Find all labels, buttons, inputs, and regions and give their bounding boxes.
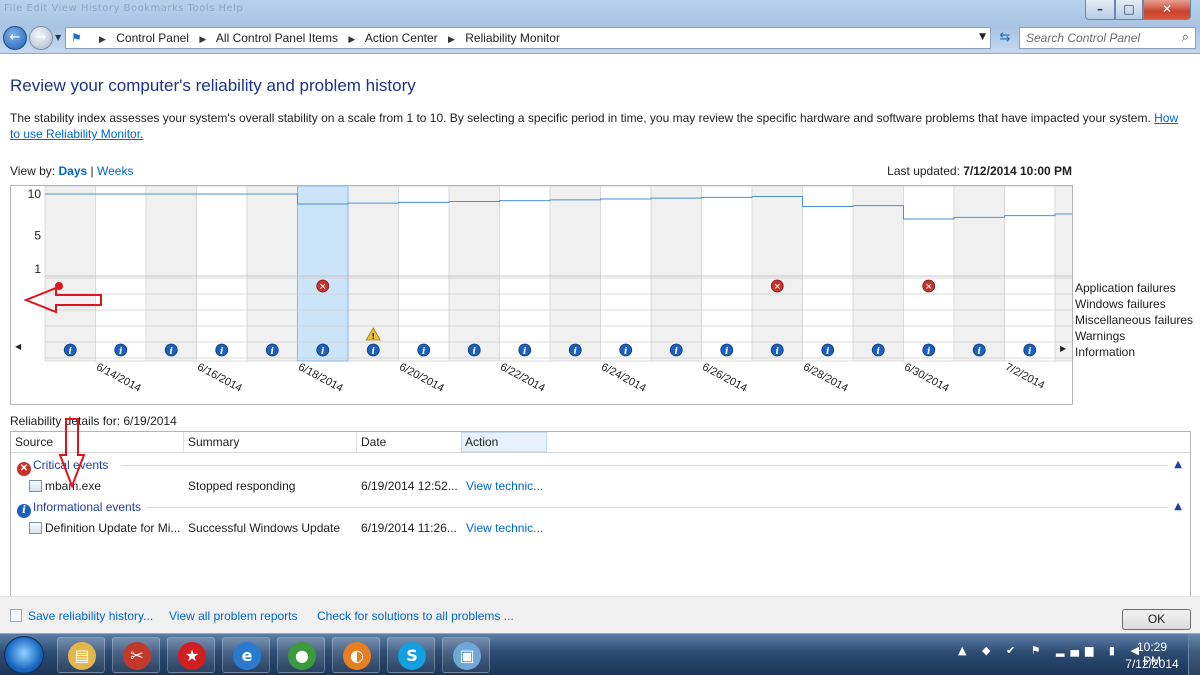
action-center-flag-icon[interactable]: ⚑: [1031, 644, 1047, 657]
address-dropdown-icon[interactable]: ▼: [979, 32, 986, 42]
internet-explorer-icon: e: [233, 642, 261, 670]
recent-pages-dropdown[interactable]: ▼: [55, 33, 61, 42]
check-for-solutions-link[interactable]: Check for solutions to all problems ...: [317, 609, 514, 623]
taskbar-app-explorer[interactable]: ▤: [57, 637, 105, 673]
firefox-icon: ◐: [343, 642, 371, 670]
breadcrumb-separator-icon[interactable]: ▶: [99, 34, 106, 44]
minimize-button[interactable]: –: [1085, 0, 1115, 20]
forward-arrow-icon: →: [35, 30, 47, 45]
breadcrumb-control-panel[interactable]: Control Panel: [116, 31, 189, 45]
annotation-overlay: [23, 282, 102, 489]
maximize-icon: □: [1123, 2, 1135, 16]
taskbar-app-skype[interactable]: S: [387, 637, 435, 673]
network-icon[interactable]: ▂▄▆: [1056, 644, 1099, 657]
annotation-arrow-down: [58, 418, 86, 489]
taskbar: ▤ ✂ ★ e ● ◐ S ▣ ▲ ◆ ✔ ⚑ ▂▄▆ ▮ ◀ 10:29 PM 7/12/2…: [0, 633, 1200, 675]
annotation-arrow-left: [23, 286, 102, 314]
forward-button[interactable]: →: [29, 26, 53, 50]
pokerstars-icon: ★: [178, 642, 206, 670]
clock-date[interactable]: 7/12/2014: [1122, 657, 1182, 671]
skype-icon: S: [398, 642, 426, 670]
breadcrumb-reliability-monitor[interactable]: Reliability Monitor: [465, 31, 560, 45]
window-chrome: File Edit View History Bookmarks Tools H…: [0, 0, 1200, 54]
battery-icon[interactable]: ▮: [1109, 644, 1121, 657]
address-bar[interactable]: ⚑ ▶ Control Panel ▶ All Control Panel It…: [65, 27, 991, 49]
taskbar-app-chrome[interactable]: ●: [277, 637, 325, 673]
taskbar-app-pokerstars[interactable]: ★: [167, 637, 215, 673]
taskbar-app-firefox[interactable]: ◐: [332, 637, 380, 673]
close-icon: ✕: [1161, 2, 1173, 16]
breadcrumb-separator-icon[interactable]: ▶: [348, 34, 355, 44]
menu-bar-ghost: File Edit View History Bookmarks Tools H…: [4, 3, 244, 14]
breadcrumb-separator-icon[interactable]: ▶: [199, 34, 206, 44]
system-tray: ▲ ◆ ✔ ⚑ ▂▄▆ ▮ ◀: [958, 644, 1145, 657]
save-history-icon: [10, 609, 22, 622]
control-panel-icon: ⚑: [71, 31, 82, 45]
main-content: Review your computer's reliability and p…: [0, 55, 1200, 651]
save-reliability-history-link[interactable]: Save reliability history...: [28, 609, 153, 623]
back-arrow-icon: ←: [9, 30, 21, 45]
security-icon[interactable]: ◆: [982, 644, 996, 657]
search-input[interactable]: Search Control Panel ⌕: [1019, 27, 1196, 49]
refresh-icon: ⇆: [999, 30, 1011, 45]
start-button[interactable]: [4, 636, 44, 674]
minimize-icon: –: [1097, 2, 1103, 16]
show-desktop-button[interactable]: [1188, 634, 1200, 675]
search-placeholder: Search Control Panel: [1026, 31, 1141, 45]
show-hidden-icons-icon[interactable]: ▲: [958, 644, 972, 657]
breadcrumb-action-center[interactable]: Action Center: [365, 31, 438, 45]
taskbar-app-internet-explorer[interactable]: e: [222, 637, 270, 673]
search-icon[interactable]: ⌕: [1182, 30, 1189, 45]
explorer-icon: ▤: [68, 642, 96, 670]
snipping-tool-icon: ✂: [123, 642, 151, 670]
breadcrumb-separator-icon[interactable]: ▶: [448, 34, 455, 44]
view-all-problem-reports-link[interactable]: View all problem reports: [169, 609, 298, 623]
update-icon[interactable]: ✔: [1006, 644, 1021, 657]
refresh-button[interactable]: ⇆: [993, 28, 1017, 48]
footer-bar: Save reliability history... View all pro…: [0, 596, 1200, 633]
breadcrumb-all-items[interactable]: All Control Panel Items: [216, 31, 338, 45]
taskbar-app-control-panel[interactable]: ▣: [442, 637, 490, 673]
breadcrumb: ▶ Control Panel ▶ All Control Panel Item…: [92, 31, 560, 45]
control-panel-icon: ▣: [453, 642, 481, 670]
ok-button[interactable]: OK: [1122, 609, 1191, 630]
chrome-icon: ●: [288, 642, 316, 670]
close-button[interactable]: ✕: [1143, 0, 1191, 20]
maximize-button[interactable]: □: [1115, 0, 1143, 20]
back-button[interactable]: ←: [3, 26, 27, 50]
annotation-dot: [55, 282, 63, 290]
taskbar-app-snipping-tool[interactable]: ✂: [112, 637, 160, 673]
